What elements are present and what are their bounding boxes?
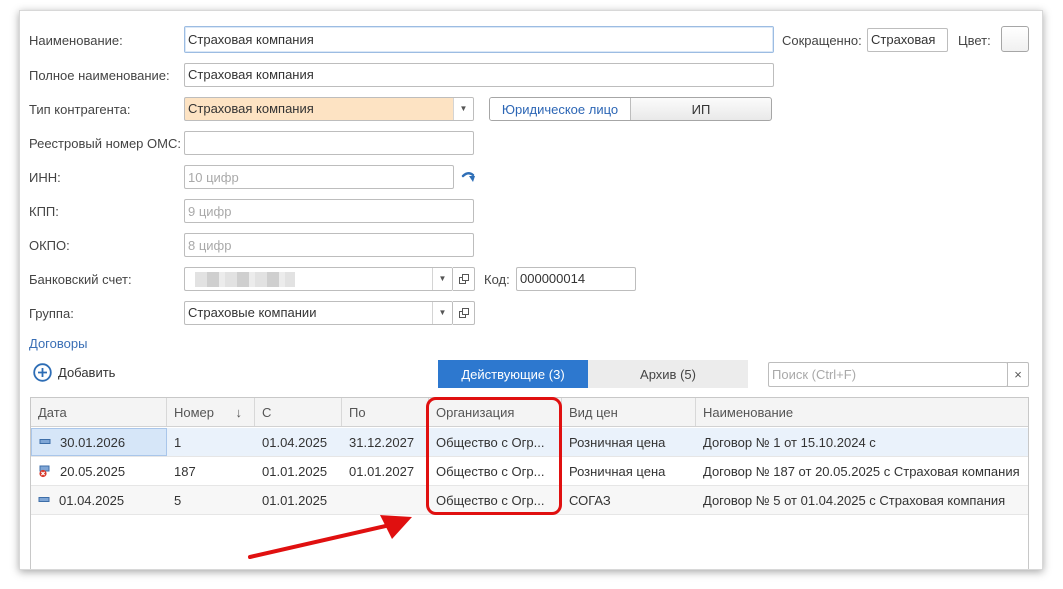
- open-window-icon: [458, 274, 469, 284]
- row-price-type: Розничная цена: [569, 463, 666, 479]
- okpo-input[interactable]: [188, 234, 470, 256]
- row-date-cell[interactable]: 20.05.2025: [31, 457, 167, 485]
- name-field[interactable]: Страховая компания: [184, 26, 774, 53]
- row-number: 187: [174, 463, 196, 479]
- tab-active-contracts[interactable]: Действующие (3): [438, 360, 588, 388]
- fullname-label: Полное наименование:: [29, 68, 170, 83]
- okpo-label: ОКПО:: [29, 238, 70, 253]
- row-from: 01.01.2025: [262, 463, 328, 479]
- column-header-to[interactable]: По: [342, 398, 429, 426]
- color-picker-button[interactable]: [1001, 26, 1029, 52]
- inn-input[interactable]: [188, 166, 450, 188]
- oms-field[interactable]: [184, 131, 474, 155]
- add-contract-button[interactable]: Добавить: [33, 363, 115, 382]
- row-name: Договор № 1 от 15.10.2024 с: [703, 434, 876, 450]
- sort-descending-icon: ↓: [235, 404, 243, 420]
- kpp-input[interactable]: [188, 200, 470, 222]
- type-label: Тип контрагента:: [29, 102, 131, 117]
- type-select[interactable]: Страховая компания ▼: [184, 97, 474, 121]
- name-label: Наименование:: [29, 33, 123, 48]
- chevron-down-icon[interactable]: ▼: [432, 302, 452, 324]
- column-header-number-label: Номер: [174, 404, 215, 420]
- inn-label: ИНН:: [29, 170, 61, 185]
- group-select[interactable]: Страховые компании ▼: [184, 301, 453, 325]
- legal-form-option-legal-entity[interactable]: Юридическое лицо: [490, 98, 631, 120]
- row-name: Договор № 187 от 20.05.2025 с Страховая …: [703, 463, 1020, 479]
- open-group-button[interactable]: [453, 301, 475, 325]
- fill-by-inn-icon[interactable]: [461, 170, 477, 184]
- fullname-field[interactable]: Страховая компания: [184, 63, 774, 87]
- chevron-down-icon[interactable]: ▼: [432, 268, 452, 290]
- clear-search-button[interactable]: ×: [1007, 362, 1029, 387]
- code-label: Код:: [484, 272, 510, 287]
- color-label: Цвет:: [958, 33, 991, 48]
- open-window-icon: [458, 308, 469, 318]
- deleted-doc-icon: [39, 465, 50, 478]
- contracts-tabs: Действующие (3) Архив (5): [438, 360, 748, 388]
- contracts-search-field[interactable]: [768, 362, 1008, 387]
- oms-label: Реестровый номер ОМС:: [29, 136, 181, 151]
- column-header-price-type[interactable]: Вид цен: [562, 398, 696, 426]
- row-from: 01.04.2025: [262, 434, 328, 450]
- legal-form-option-ip[interactable]: ИП: [631, 98, 771, 120]
- column-header-name[interactable]: Наименование: [696, 398, 1030, 426]
- row-price-type: Розничная цена: [569, 434, 666, 450]
- short-name-field[interactable]: Страховая: [867, 28, 948, 52]
- row-name: Договор № 5 от 01.04.2025 с Страховая ко…: [703, 492, 1006, 508]
- row-number: 1: [174, 434, 182, 450]
- blurred-account-value: [195, 272, 295, 287]
- okpo-field[interactable]: [184, 233, 474, 257]
- annotation-arrow-icon: [248, 515, 412, 559]
- row-to: 31.12.2027: [349, 434, 415, 450]
- annotation-highlight-box: [426, 397, 562, 515]
- open-bank-account-button[interactable]: [453, 267, 475, 291]
- group-label: Группа:: [29, 306, 74, 321]
- bank-account-label: Банковский счет:: [29, 272, 132, 287]
- chevron-down-icon[interactable]: ▼: [453, 98, 473, 120]
- active-doc-icon: [39, 439, 51, 444]
- type-select-value: Страховая компания: [188, 101, 314, 116]
- column-header-date[interactable]: Дата: [31, 398, 167, 426]
- code-field[interactable]: 000000014: [516, 267, 636, 291]
- active-doc-icon: [38, 497, 50, 502]
- row-date: 20.05.2025: [60, 463, 126, 479]
- column-header-from[interactable]: С: [255, 398, 342, 426]
- short-name-label: Сокращенно:: [782, 33, 862, 48]
- tab-archive-contracts[interactable]: Архив (5): [588, 360, 748, 388]
- row-date: 01.04.2025: [59, 492, 125, 508]
- row-price-type: СОГАЗ: [569, 492, 611, 508]
- column-header-number[interactable]: Номер ↓: [167, 398, 255, 426]
- legal-form-toggle[interactable]: Юридическое лицо ИП: [489, 97, 772, 121]
- plus-circle-icon: [33, 363, 52, 382]
- row-date-cell[interactable]: 30.01.2026: [31, 428, 167, 456]
- group-select-value: Страховые компании: [188, 305, 317, 320]
- row-date-cell[interactable]: 01.04.2025: [31, 486, 167, 514]
- row-to: 01.01.2027: [349, 463, 415, 479]
- kpp-label: КПП:: [29, 204, 59, 219]
- bank-account-select[interactable]: ▼: [184, 267, 453, 291]
- kpp-field[interactable]: [184, 199, 474, 223]
- contracts-section-link[interactable]: Договоры: [29, 336, 87, 351]
- inn-field[interactable]: [184, 165, 454, 189]
- add-contract-label: Добавить: [58, 365, 116, 380]
- contracts-search-input[interactable]: [772, 363, 1004, 385]
- row-date: 30.01.2026: [60, 434, 126, 450]
